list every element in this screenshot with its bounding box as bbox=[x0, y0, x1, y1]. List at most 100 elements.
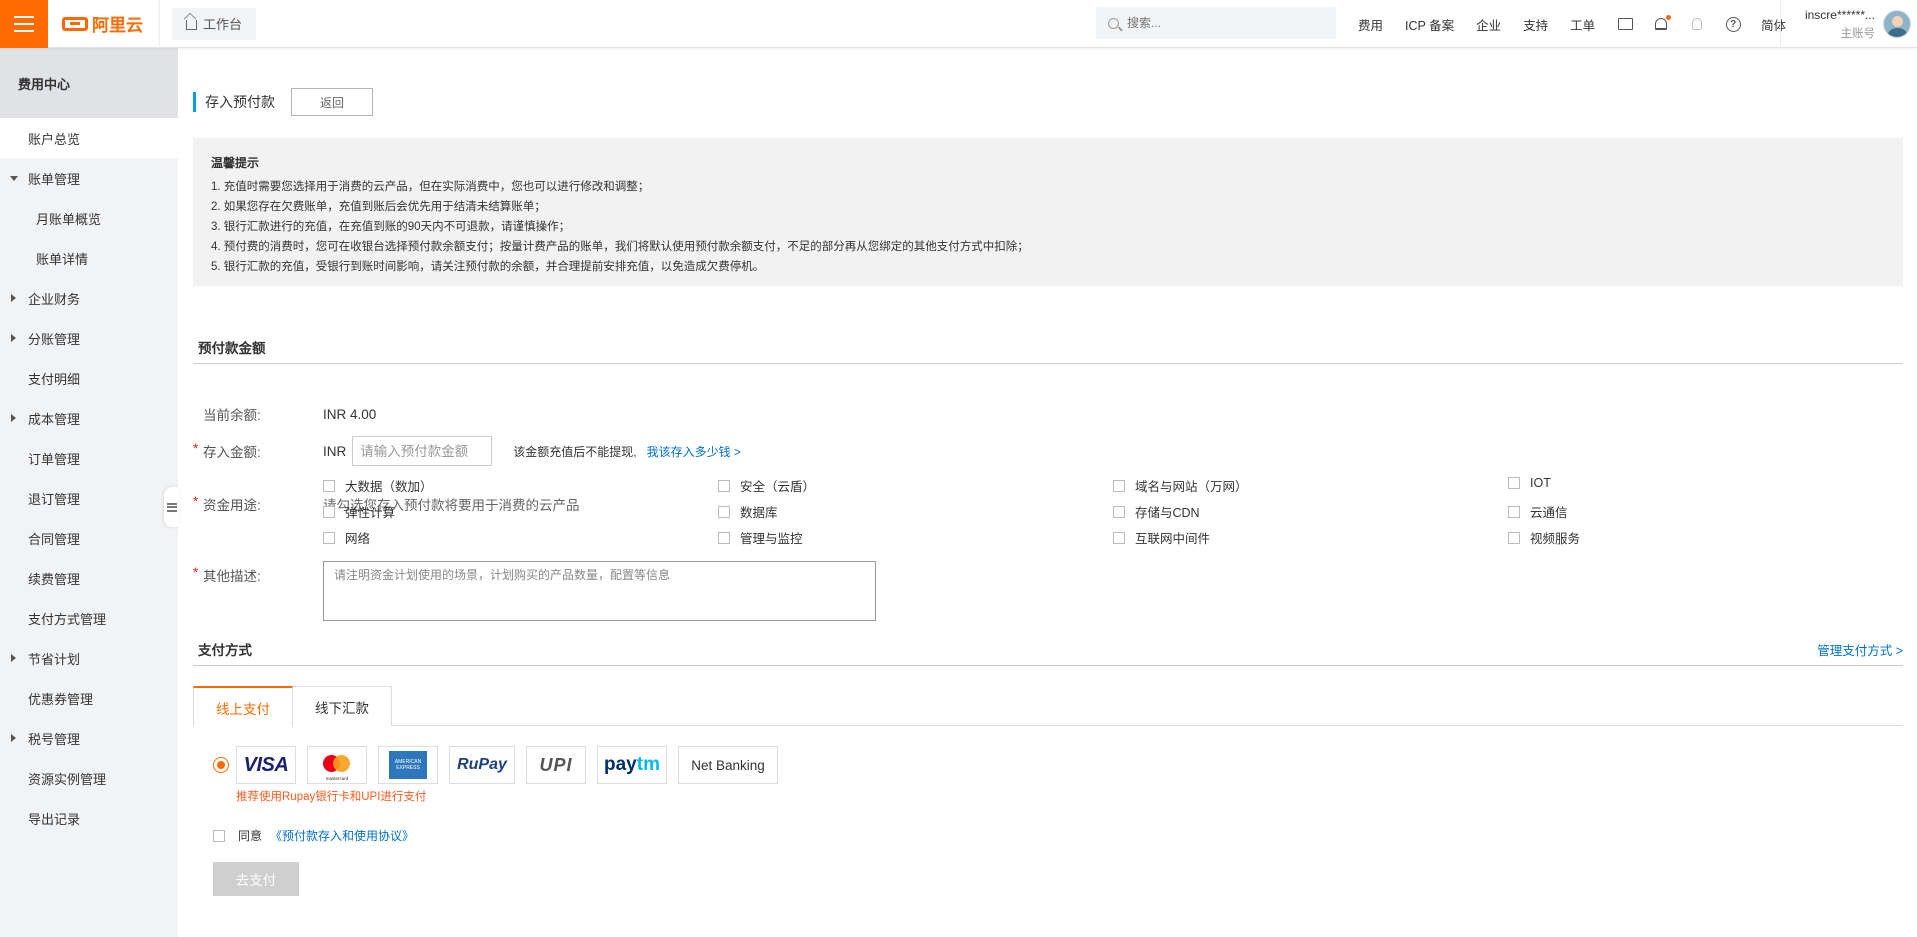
usage-option-network[interactable]: 网络 bbox=[323, 528, 370, 547]
agree-checkbox[interactable] bbox=[213, 829, 225, 842]
sidebar-item-tax-management[interactable]: 税号管理 bbox=[0, 718, 178, 758]
aliyun-logo-icon bbox=[62, 16, 88, 31]
usage-option-domain[interactable]: 域名与网站（万网） bbox=[1113, 476, 1248, 495]
sidebar-item-payment-details[interactable]: 支付明细 bbox=[0, 358, 178, 398]
nav-link-icp[interactable]: ICP 备案 bbox=[1405, 15, 1454, 34]
sidebar-item-payment-method-management[interactable]: 支付方式管理 bbox=[0, 598, 178, 638]
checkbox[interactable] bbox=[1113, 479, 1125, 492]
amount-currency: INR bbox=[323, 443, 347, 459]
back-button[interactable]: 返回 bbox=[291, 88, 373, 116]
user-menu[interactable]: inscre******... 主账号 bbox=[1780, 0, 1917, 48]
manage-payment-link[interactable]: 管理支付方式 > bbox=[1817, 640, 1903, 659]
checkbox[interactable] bbox=[718, 531, 730, 544]
help-button[interactable]: ? bbox=[1725, 16, 1741, 32]
paytm-card[interactable]: paytm bbox=[597, 746, 667, 784]
nav-link-enterprise[interactable]: 企业 bbox=[1476, 15, 1501, 34]
sidebar-item-refund-management[interactable]: 退订管理 bbox=[0, 478, 178, 518]
how-much-link[interactable]: 我该存入多少钱 > bbox=[647, 443, 741, 460]
checkbox[interactable] bbox=[718, 479, 730, 492]
tab-offline-transfer[interactable]: 线下汇款 bbox=[292, 686, 392, 726]
nav-link-support[interactable]: 支持 bbox=[1523, 15, 1548, 34]
sidebar-title: 费用中心 bbox=[0, 48, 178, 118]
search-input[interactable] bbox=[1127, 16, 1307, 30]
checkbox[interactable] bbox=[323, 531, 335, 544]
notice-box: 温馨提示 1. 充值时需要您选择用于消费的云产品，但在实际消费中，您也可以进行修… bbox=[193, 138, 1903, 286]
collapse-icon bbox=[167, 502, 177, 512]
amex-card[interactable]: AMERICAN EXPRESS bbox=[378, 746, 438, 784]
amount-label: * 存入金额: bbox=[193, 441, 261, 460]
checkbox[interactable] bbox=[323, 505, 335, 518]
checkbox[interactable] bbox=[323, 479, 335, 492]
balance-value: INR 4.00 bbox=[323, 406, 377, 422]
menu-icon[interactable] bbox=[0, 0, 48, 48]
online-payment-radio[interactable] bbox=[213, 757, 229, 773]
sidebar-item-renewal-management[interactable]: 续费管理 bbox=[0, 558, 178, 598]
nav-link-ticket[interactable]: 工单 bbox=[1570, 15, 1595, 34]
sidebar-item-monthly-bill[interactable]: 月账单概览 bbox=[0, 198, 178, 238]
sidebar-item-export-records[interactable]: 导出记录 bbox=[0, 798, 178, 838]
notification-button[interactable] bbox=[1653, 15, 1672, 32]
agreement-link[interactable]: 《预付款存入和使用协议》 bbox=[270, 827, 414, 844]
sidebar-item-resource-instance[interactable]: 资源实例管理 bbox=[0, 758, 178, 798]
bell-icon bbox=[1655, 18, 1668, 30]
sidebar-collapse-handle[interactable] bbox=[164, 487, 180, 527]
sidebar: 费用中心 账户总览 账单管理 月账单概览 账单详情 企业财务 分账管理 支付明细… bbox=[0, 48, 178, 937]
netbanking-card[interactable]: Net Banking bbox=[678, 746, 778, 784]
checkbox[interactable] bbox=[718, 505, 730, 518]
logo[interactable]: 阿里云 bbox=[48, 0, 160, 48]
usage-option-iot[interactable]: IOT bbox=[1508, 476, 1551, 490]
visa-card[interactable]: VISA bbox=[236, 746, 296, 784]
usage-option-monitoring[interactable]: 管理与监控 bbox=[718, 528, 803, 547]
usage-option-storage-cdn[interactable]: 存储与CDN bbox=[1113, 502, 1200, 521]
sidebar-item-account-overview[interactable]: 账户总览 bbox=[0, 118, 178, 158]
rupay-card[interactable]: RuPay bbox=[449, 746, 515, 784]
usage-option-middleware[interactable]: 互联网中间件 bbox=[1113, 528, 1210, 547]
top-nav: 费用 ICP 备案 企业 支持 工单 ? 简体 bbox=[1358, 0, 1808, 48]
sidebar-item-label: 支付明细 bbox=[28, 371, 81, 387]
mastercard-card[interactable]: mastercard bbox=[307, 746, 367, 784]
logo-text: 阿里云 bbox=[92, 16, 143, 35]
checkbox[interactable] bbox=[1113, 505, 1125, 518]
sidebar-item-split-billing[interactable]: 分账管理 bbox=[0, 318, 178, 358]
desc-label: * 其他描述: bbox=[193, 565, 261, 584]
upi-logo: UPI bbox=[539, 754, 573, 775]
caret-right-icon bbox=[11, 654, 16, 662]
usage-option-communication[interactable]: 云通信 bbox=[1508, 502, 1568, 521]
sidebar-item-cost-management[interactable]: 成本管理 bbox=[0, 398, 178, 438]
caret-right-icon bbox=[11, 734, 16, 742]
usage-option-compute[interactable]: 弹性计算 bbox=[323, 502, 395, 521]
description-textarea[interactable] bbox=[323, 561, 876, 621]
usage-option-security[interactable]: 安全（云盾） bbox=[718, 476, 815, 495]
sidebar-item-label: 退订管理 bbox=[28, 491, 81, 507]
checkbox[interactable] bbox=[1113, 531, 1125, 544]
checkbox[interactable] bbox=[1508, 531, 1520, 544]
checkbox[interactable] bbox=[1508, 477, 1520, 489]
amex-logo: AMERICAN EXPRESS bbox=[389, 751, 427, 779]
sidebar-item-enterprise-finance[interactable]: 企业财务 bbox=[0, 278, 178, 318]
sidebar-item-savings-plan[interactable]: 节省计划 bbox=[0, 638, 178, 678]
desc-row: * 其他描述: bbox=[193, 565, 323, 585]
sidebar-item-label: 账户总览 bbox=[28, 131, 81, 147]
sidebar-item-coupon-management[interactable]: 优惠券管理 bbox=[0, 678, 178, 718]
checkbox[interactable] bbox=[1508, 505, 1520, 518]
avatar[interactable] bbox=[1883, 10, 1911, 38]
sidebar-item-contract-management[interactable]: 合同管理 bbox=[0, 518, 178, 558]
usage-option-database[interactable]: 数据库 bbox=[718, 502, 778, 521]
upi-card[interactable]: UPI bbox=[526, 746, 586, 784]
pay-button[interactable]: 去支付 bbox=[213, 862, 299, 896]
nav-link-billing[interactable]: 费用 bbox=[1358, 15, 1383, 34]
tab-online-payment[interactable]: 线上支付 bbox=[193, 686, 293, 727]
console-icon-button[interactable] bbox=[1617, 16, 1633, 32]
user-name: inscre******... bbox=[1804, 7, 1875, 22]
usage-option-video[interactable]: 视频服务 bbox=[1508, 528, 1580, 547]
notice-title: 温馨提示 bbox=[211, 156, 260, 170]
usage-option-bigdata[interactable]: 大数据（数加） bbox=[323, 476, 433, 495]
workbench-button[interactable]: 工作台 bbox=[172, 7, 257, 40]
sidebar-item-bill-details[interactable]: 账单详情 bbox=[0, 238, 178, 278]
amount-input[interactable] bbox=[352, 436, 493, 466]
tips-button[interactable] bbox=[1689, 16, 1705, 32]
sidebar-item-label: 分账管理 bbox=[28, 331, 81, 347]
payment-tabs: 线上支付 线下汇款 bbox=[193, 686, 1903, 727]
sidebar-item-order-management[interactable]: 订单管理 bbox=[0, 438, 178, 478]
sidebar-item-bill-management[interactable]: 账单管理 bbox=[0, 158, 178, 198]
